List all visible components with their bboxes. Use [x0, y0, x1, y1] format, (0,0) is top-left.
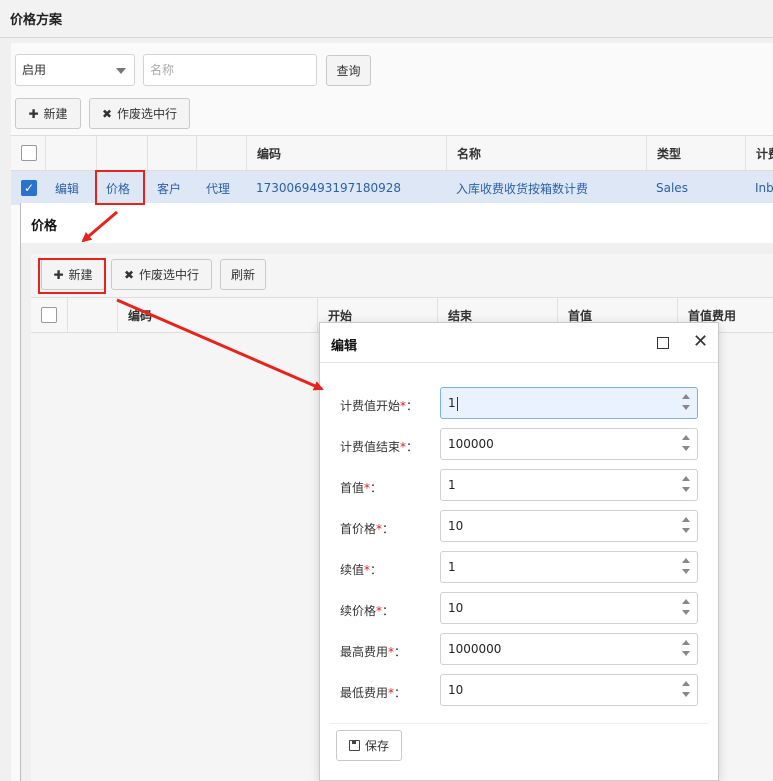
annotation-arrows: [81, 210, 324, 391]
arrow-price-to-dialog: [81, 210, 118, 243]
arrow-new-to-edit: [116, 298, 324, 391]
